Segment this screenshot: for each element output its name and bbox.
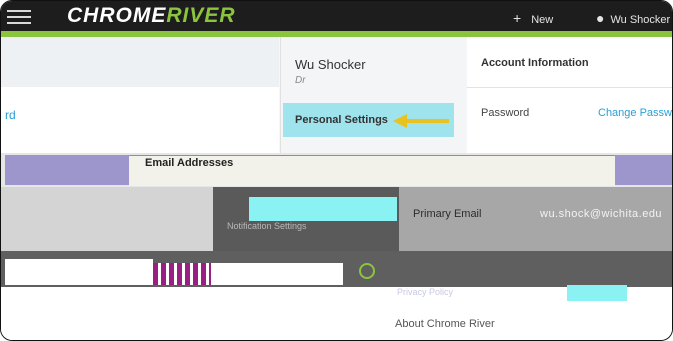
settings-header-bar [1, 37, 279, 87]
primary-email-value: wu.shock@wichita.edu [540, 208, 663, 220]
menu-item-about[interactable]: About Chrome River [395, 318, 495, 330]
password-label: Password [481, 107, 530, 119]
settings-panel: rd [1, 37, 279, 154]
profile-menu: Wu Shocker Dr Personal Settings [280, 37, 468, 153]
circle-icon [359, 263, 375, 279]
email-section-header [1, 153, 672, 187]
settings-link[interactable]: rd [5, 108, 16, 122]
left-block [1, 187, 213, 251]
white-block [211, 263, 343, 285]
primary-email-row: Primary Email wu.shock@wichita.edu [399, 187, 672, 251]
logo-text-1: CHROME [67, 4, 167, 27]
glitch-block [615, 155, 672, 185]
profile-title: Dr [295, 75, 306, 86]
white-block [5, 259, 153, 285]
user-icon: ● [596, 10, 605, 26]
primary-email-label: Primary Email [413, 208, 482, 220]
profile-name: Wu Shocker [295, 57, 366, 72]
user-menu[interactable]: ● Wu Shocker [596, 10, 670, 26]
change-password-link[interactable]: Change Passwo [598, 107, 672, 119]
menu-item-label: Personal Settings [295, 114, 388, 126]
new-button[interactable]: + New [513, 10, 553, 26]
plus-icon: + [513, 10, 522, 26]
hamburger-icon[interactable] [7, 10, 31, 24]
top-bar: CHROMERIVER + New ● Wu Shocker [1, 1, 672, 31]
account-information-panel: Account Information Password Change Pass… [467, 37, 672, 153]
email-row-area: Notification Settings Primary Email wu.s… [1, 187, 672, 251]
new-label: New [531, 14, 554, 26]
lower-band [1, 251, 672, 287]
logo-text-2: RIVER [166, 4, 236, 27]
email-addresses-heading: Email Addresses [145, 157, 234, 169]
user-name: Wu Shocker [610, 14, 671, 26]
divider [467, 87, 672, 88]
bottom-menu: Privacy Policy About Chrome River [1, 285, 672, 340]
highlight-block [249, 197, 397, 221]
account-info-heading: Account Information [481, 57, 589, 69]
menu-item-privacy-policy[interactable]: Privacy Policy [397, 287, 453, 297]
glitch-block [5, 155, 129, 185]
highlight-block [567, 285, 627, 301]
logo[interactable]: CHROMERIVER [67, 4, 236, 28]
glitch-bars [153, 263, 211, 285]
menu-item-notification-settings[interactable]: Notification Settings [227, 221, 307, 231]
app-window: CHROMERIVER + New ● Wu Shocker rd Wu Shock… [0, 0, 673, 341]
arrow-icon [393, 114, 449, 128]
